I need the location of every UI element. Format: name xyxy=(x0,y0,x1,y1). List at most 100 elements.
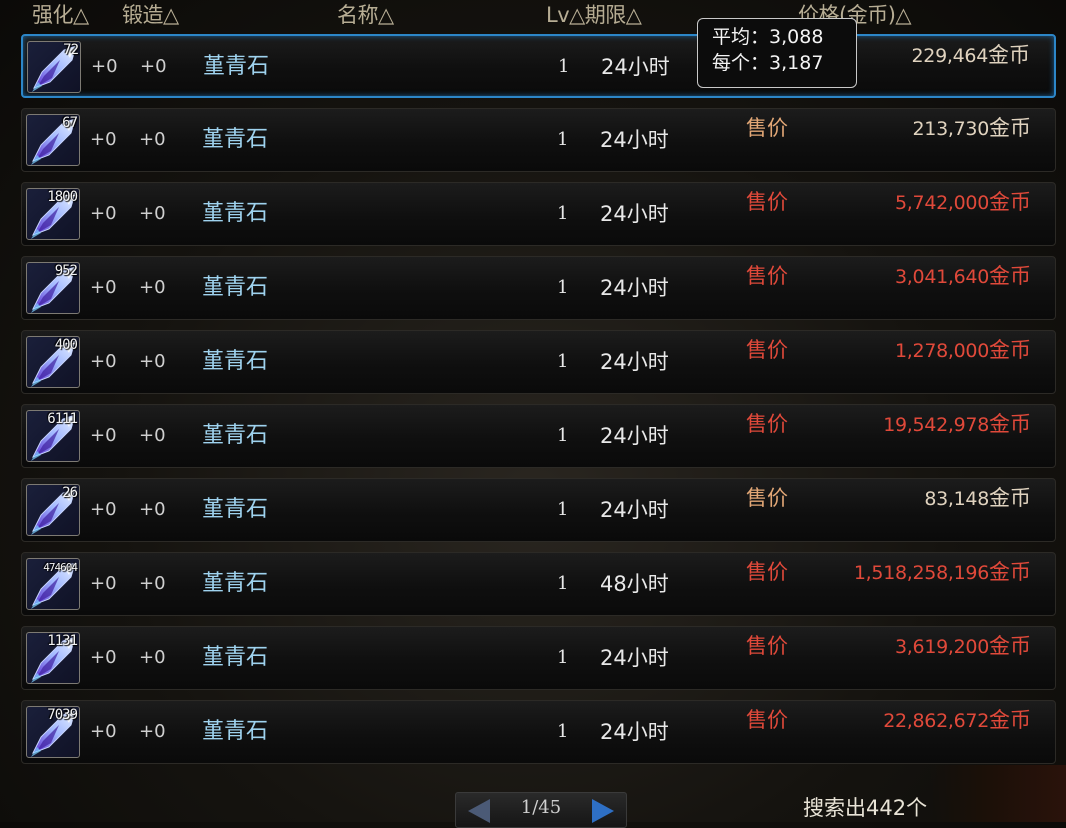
price-amount: 1,278,000 xyxy=(895,340,989,362)
item-icon-slot[interactable]: 400 xyxy=(26,336,80,388)
forge-level: +0 xyxy=(139,203,166,224)
forge-level: +0 xyxy=(140,56,167,77)
listing-row[interactable]: 400 +0 +0 堇青石 1 24小时 售价 1,278,000金币 xyxy=(21,330,1056,394)
enhance-level: +0 xyxy=(90,425,117,446)
listing-row[interactable]: 952 +0 +0 堇青石 1 24小时 售价 3,041,640金币 xyxy=(21,256,1056,320)
price-value: 3,619,200金币 xyxy=(895,633,1031,660)
listing-period: 24小时 xyxy=(600,720,669,744)
sort-name-header[interactable]: 名称△ xyxy=(337,0,394,30)
sort-enhance-header[interactable]: 强化△ xyxy=(32,0,89,30)
item-level: 1 xyxy=(557,203,569,224)
listing-row[interactable]: 1131 +0 +0 堇青石 1 24小时 售价 3,619,200金币 xyxy=(21,626,1056,690)
pagination: 1/45 xyxy=(455,792,627,828)
item-quantity: 952 xyxy=(54,263,78,279)
sale-price-label: 售价 xyxy=(746,708,788,732)
next-page-arrow-icon[interactable] xyxy=(592,799,614,823)
listing-row[interactable]: 26 +0 +0 堇青石 1 24小时 售价 83,148金币 xyxy=(21,478,1056,542)
forge-level: +0 xyxy=(139,277,166,298)
item-icon-slot[interactable]: 952 xyxy=(26,262,80,314)
enhance-level: +0 xyxy=(91,56,118,77)
price-value: 229,464金币 xyxy=(912,42,1030,69)
enhance-level: +0 xyxy=(90,499,117,520)
item-name: 堇青石 xyxy=(202,719,269,744)
sale-price-label: 售价 xyxy=(746,116,788,140)
item-icon-slot[interactable]: 7039 xyxy=(26,706,80,758)
item-icon-slot[interactable]: 67 xyxy=(26,114,80,166)
listing-row[interactable]: 72 +0 +0 堇青石 1 24小时 229,464金币 xyxy=(21,34,1056,98)
price-value: 1,518,258,196金币 xyxy=(854,559,1031,586)
item-name: 堇青石 xyxy=(202,201,269,226)
tooltip-separator: ： xyxy=(750,52,770,74)
listing-period: 24小时 xyxy=(600,424,669,448)
item-name: 堇青石 xyxy=(202,275,269,300)
item-level: 1 xyxy=(557,129,569,150)
forge-level: +0 xyxy=(139,425,166,446)
listing-row[interactable]: 6111 +0 +0 堇青石 1 24小时 售价 19,542,978金币 xyxy=(21,404,1056,468)
item-quantity: 26 xyxy=(62,485,78,501)
item-icon-slot[interactable]: 474604 xyxy=(26,558,80,610)
enhance-level: +0 xyxy=(90,647,117,668)
listing-period: 24小时 xyxy=(600,202,669,226)
listing-period: 24小时 xyxy=(600,498,669,522)
listing-period: 24小时 xyxy=(600,128,669,152)
item-name: 堇青石 xyxy=(202,349,269,374)
listing-row[interactable]: 67 +0 +0 堇青石 1 24小时 售价 213,730金币 xyxy=(21,108,1056,172)
forge-level: +0 xyxy=(139,499,166,520)
item-quantity: 400 xyxy=(54,337,78,353)
listing-period: 24小时 xyxy=(601,55,670,79)
tooltip-separator: ： xyxy=(750,26,770,48)
price-value: 1,278,000金币 xyxy=(895,337,1031,364)
item-icon-slot[interactable]: 72 xyxy=(27,41,81,93)
item-icon-slot[interactable]: 26 xyxy=(26,484,80,536)
item-quantity: 72 xyxy=(63,42,79,58)
price-unit: 金币 xyxy=(989,116,1031,140)
sort-forge-header[interactable]: 锻造△ xyxy=(122,0,179,30)
enhance-level: +0 xyxy=(90,721,117,742)
listing-row[interactable]: 1800 +0 +0 堇青石 1 24小时 售价 5,742,000金币 xyxy=(21,182,1056,246)
price-amount: 19,542,978 xyxy=(883,414,989,436)
sale-price-label: 售价 xyxy=(746,634,788,658)
enhance-level: +0 xyxy=(90,573,117,594)
forge-level: +0 xyxy=(139,647,166,668)
sale-price-label: 售价 xyxy=(746,412,788,436)
price-value: 213,730金币 xyxy=(913,115,1031,142)
listing-row[interactable]: 474604 +0 +0 堇青石 1 48小时 售价 1,518,258,196… xyxy=(21,552,1056,616)
sale-price-label: 售价 xyxy=(746,338,788,362)
listing-row[interactable]: 7039 +0 +0 堇青石 1 24小时 售价 22,862,672金币 xyxy=(21,700,1056,764)
listing-period: 24小时 xyxy=(600,646,669,670)
price-value: 5,742,000金币 xyxy=(895,189,1031,216)
forge-level: +0 xyxy=(139,573,166,594)
item-quantity: 1800 xyxy=(47,189,78,205)
item-quantity: 67 xyxy=(62,115,78,131)
tooltip-avg-value: 3,088 xyxy=(769,26,824,48)
search-result-count: 搜索出442个 xyxy=(803,796,928,820)
item-name: 堇青石 xyxy=(202,571,269,596)
price-unit: 金币 xyxy=(989,190,1031,214)
item-level: 1 xyxy=(557,425,569,446)
sale-price-label: 售价 xyxy=(746,264,788,288)
forge-level: +0 xyxy=(139,129,166,150)
tooltip-each-value: 3,187 xyxy=(769,52,824,74)
enhance-level: +0 xyxy=(90,351,117,372)
price-value: 3,041,640金币 xyxy=(895,263,1031,290)
item-name: 堇青石 xyxy=(202,645,269,670)
price-unit: 金币 xyxy=(988,43,1030,67)
sale-price-label: 售价 xyxy=(746,190,788,214)
price-amount: 1,518,258,196 xyxy=(853,562,989,584)
item-name: 堇青石 xyxy=(202,127,269,152)
price-unit: 金币 xyxy=(989,708,1031,732)
item-icon-slot[interactable]: 6111 xyxy=(26,410,80,462)
price-value: 83,148金币 xyxy=(924,485,1031,512)
forge-level: +0 xyxy=(139,721,166,742)
sort-lv-period-header[interactable]: Lv△期限△ xyxy=(546,0,642,30)
item-icon-slot[interactable]: 1800 xyxy=(26,188,80,240)
item-level: 1 xyxy=(557,277,569,298)
decorative-corner xyxy=(930,765,1066,822)
price-value: 22,862,672金币 xyxy=(883,707,1031,734)
price-tooltip: 平均：3,088 每个：3,187 xyxy=(697,18,857,88)
item-icon-slot[interactable]: 1131 xyxy=(26,632,80,684)
item-name: 堇青石 xyxy=(203,54,270,79)
forge-level: +0 xyxy=(139,351,166,372)
item-level: 1 xyxy=(557,721,569,742)
price-amount: 5,742,000 xyxy=(895,192,989,214)
